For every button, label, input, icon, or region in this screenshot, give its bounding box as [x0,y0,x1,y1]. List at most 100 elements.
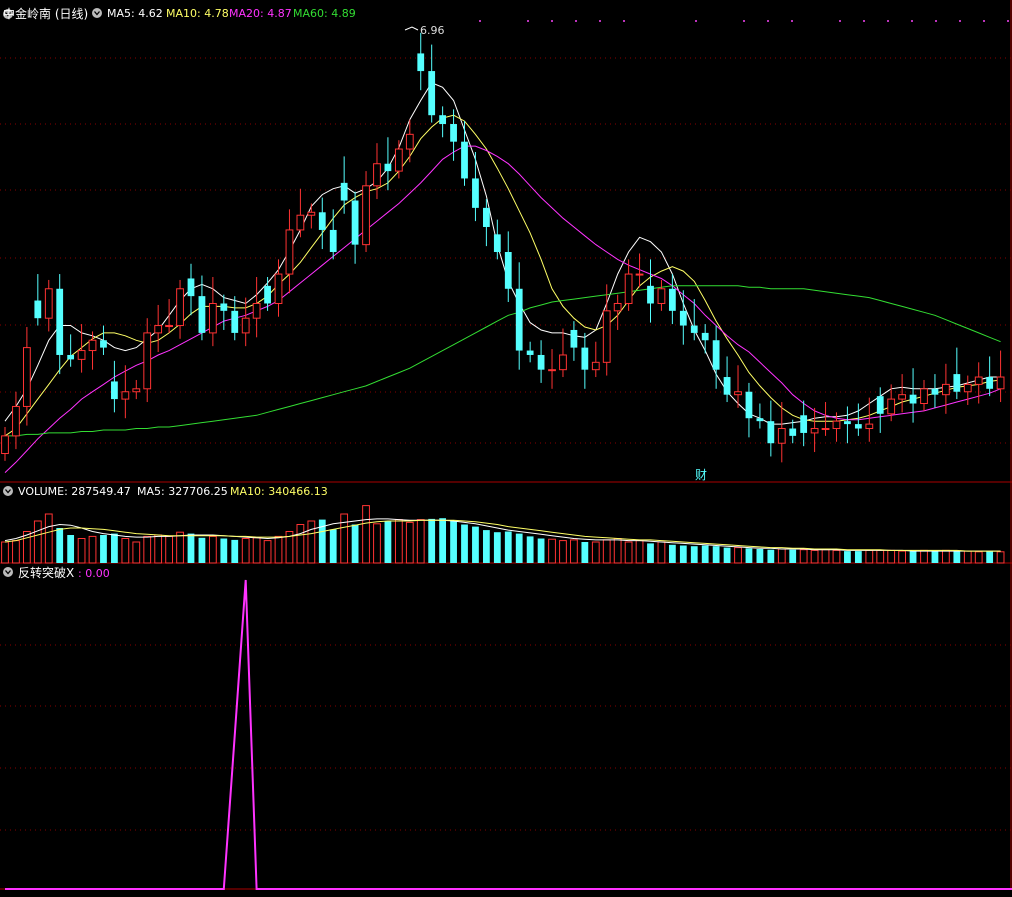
volume-bar [602,539,611,564]
candle-body [690,325,698,333]
candle-body [329,229,337,252]
candle [362,171,370,252]
volume-bar [668,544,676,563]
top-dot [839,20,841,22]
candle-body [340,182,348,201]
volume-bar [909,551,917,563]
candle-body [591,361,600,371]
candle [548,349,556,389]
candle-body [548,369,556,372]
volume-bar [548,538,556,564]
candle [953,347,961,400]
volume-bar [734,547,742,564]
volume-bar [515,533,523,563]
volume-bar [56,528,64,563]
candle [428,44,436,123]
candle-body [67,354,75,360]
candle-body [405,133,414,150]
candle-body [493,234,501,252]
candle [252,277,261,338]
ma-line-ma5 [4,82,1001,425]
candle-body [461,141,468,179]
volume-bar [329,529,337,563]
candle-body [176,288,184,327]
volume-bar [296,524,305,564]
candle [526,341,534,363]
candle-body [865,423,874,430]
candle-body [482,207,490,227]
candle [165,299,173,333]
candle-body [526,350,534,355]
top-dot-markers [479,20,1009,22]
volume-bar [887,549,896,564]
candlestick-series [1,32,1005,463]
candle [176,279,184,339]
candle [777,402,786,463]
candle-body [132,388,141,393]
candle-body [887,398,896,415]
volume-bar [581,542,589,563]
volume-bar [745,548,753,563]
candle-body [941,383,950,396]
candle-body [559,354,567,371]
finance-marker[interactable]: 财 [695,468,707,482]
volume-bar [439,518,447,563]
stock-title: 中金岭南 (日线) [3,6,88,21]
candle [996,350,1005,403]
top-dot [479,20,481,22]
volume-bar [154,534,163,564]
volume-bar [613,538,622,564]
candle [767,400,775,457]
candle [307,203,316,229]
candle [844,406,851,444]
candle [931,374,939,408]
candle-body [701,332,709,341]
signal-polyline [5,579,1012,890]
volume-bar [624,541,633,564]
candle-body [220,303,228,311]
volume-bar [963,550,972,564]
volume-bar [635,540,644,564]
candle-body [318,212,326,230]
volume-bar [77,538,86,564]
price-grid [0,57,1012,831]
volume-bar [362,505,370,564]
volume-bar [559,540,567,564]
volume-bar [931,551,939,563]
candle [121,365,130,419]
candle [581,332,589,389]
top-dot [1007,20,1009,22]
volume-bar [88,535,97,564]
peak-annotation: 6.96 [404,24,445,37]
ma60-label: MA60: 4.89 [293,7,356,20]
collapse-icon[interactable] [3,486,13,496]
collapse-icon[interactable] [3,567,13,577]
candle-body [821,428,830,431]
candle-body [373,163,381,187]
ma10-label: MA10: 4.78 [166,7,229,20]
volume-ma5-label: MA5: 327706.25 [137,485,228,498]
candle-body [22,347,31,407]
ma5-label: MA5: 4.62 [107,7,163,20]
candle [537,340,545,383]
candle-body [285,229,294,275]
candle-body [187,278,195,297]
signal-value: : 0.00 [78,567,110,580]
candle [570,321,578,361]
candle-body [274,273,283,304]
top-dot [767,20,769,22]
candle-body [77,350,86,360]
indicator-menu-icon[interactable] [92,8,102,18]
volume-bar [493,532,501,563]
top-dot [791,20,793,22]
volume-bar [198,537,206,563]
volume-bar [187,533,195,563]
candle-body [351,200,359,245]
candle-body [100,340,107,348]
volume-bar [482,530,490,563]
candle [909,368,917,423]
signal-line [5,579,1012,890]
candle-body [1,435,9,455]
candle-body [996,376,1005,390]
candle [701,324,709,354]
